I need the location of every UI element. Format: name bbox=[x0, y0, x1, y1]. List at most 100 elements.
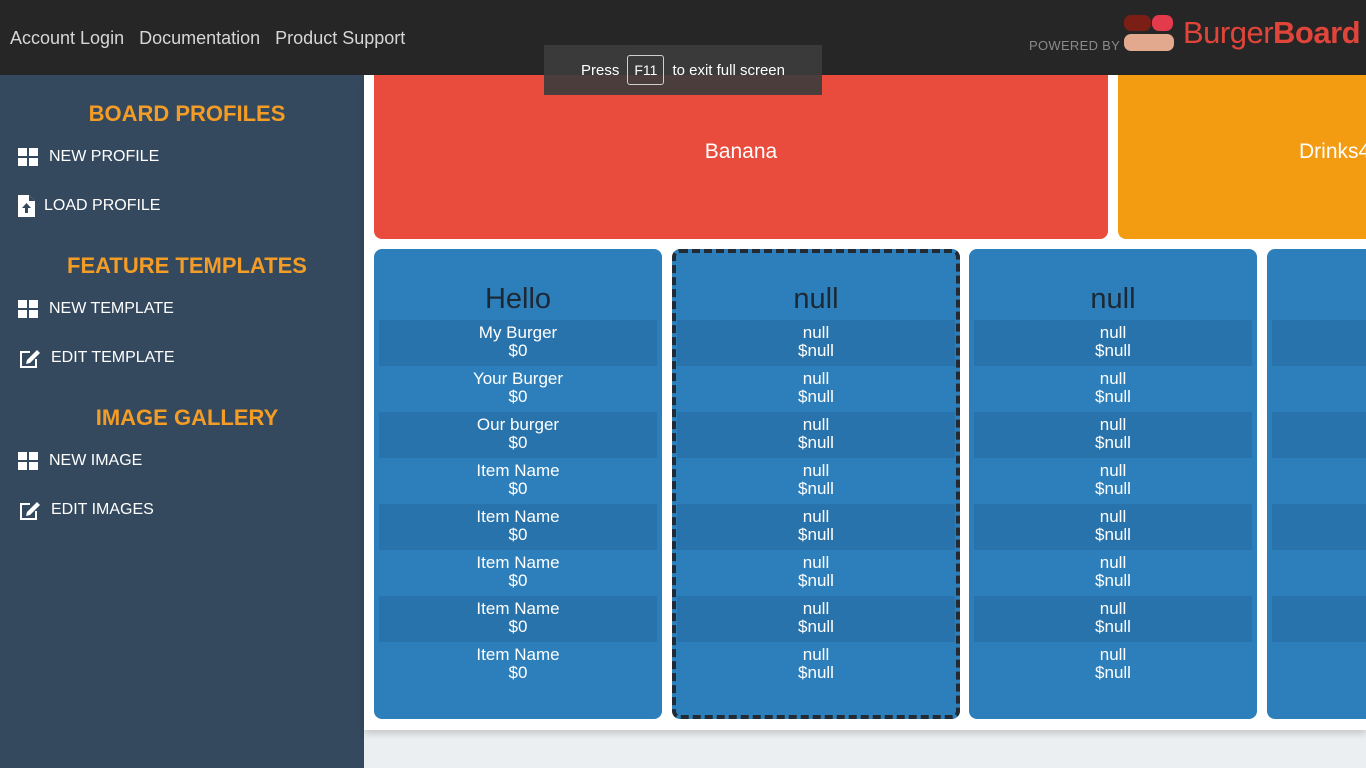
item-price: $null bbox=[1095, 525, 1131, 544]
item-name: Item Name bbox=[476, 461, 560, 480]
tile-label: Banana bbox=[704, 140, 778, 163]
edit-icon bbox=[18, 347, 42, 369]
item-name: null bbox=[802, 323, 830, 342]
f11-key-badge: F11 bbox=[627, 55, 665, 85]
menu-card[interactable]: null null $null null $null null $null null $… bbox=[969, 249, 1257, 719]
item-name: Item Name bbox=[476, 645, 560, 664]
item-price: $null bbox=[1095, 617, 1131, 636]
sidebar-item-label: EDIT IMAGES bbox=[51, 501, 154, 518]
menu-item: Item Name $0 bbox=[379, 596, 657, 642]
item-name: Your Burger bbox=[472, 369, 564, 388]
item-price: $null bbox=[798, 571, 834, 590]
account-login-link[interactable]: Account Login bbox=[10, 28, 124, 49]
menu-item: null $null bbox=[677, 550, 955, 596]
board-canvas: Banana Drinks4 Hello My Burger $0 Your Bu… bbox=[364, 75, 1366, 730]
menu-item: Item Name $0 bbox=[379, 642, 657, 688]
item-price: $null bbox=[798, 525, 834, 544]
menu-item: null $null bbox=[974, 596, 1252, 642]
menu-item bbox=[1272, 642, 1366, 688]
documentation-link[interactable]: Documentation bbox=[139, 28, 260, 49]
menu-item bbox=[1272, 504, 1366, 550]
item-price: $null bbox=[1095, 571, 1131, 590]
item-price: $0 bbox=[508, 341, 528, 360]
item-price: $null bbox=[798, 387, 834, 406]
item-price: $0 bbox=[508, 525, 528, 544]
tile-label: Drinks4 bbox=[1299, 140, 1366, 163]
section-title-feature-templates: FEATURE TEMPLATES bbox=[67, 253, 307, 278]
item-price: $0 bbox=[508, 663, 528, 682]
burgerboard-logo[interactable]: BurgerBoard bbox=[1183, 14, 1361, 52]
menu-item: null $null bbox=[677, 642, 955, 688]
menu-item bbox=[1272, 412, 1366, 458]
item-name: Item Name bbox=[476, 553, 560, 572]
item-name: null bbox=[802, 645, 830, 664]
menu-item: Our burger $0 bbox=[379, 412, 657, 458]
menu-item: Item Name $0 bbox=[379, 550, 657, 596]
sidebar-item-edit-images[interactable]: EDIT IMAGES bbox=[18, 499, 154, 521]
card-title: null bbox=[1090, 283, 1136, 315]
fullscreen-notice-suffix: to exit full screen bbox=[672, 61, 785, 79]
menu-item: null $null bbox=[974, 642, 1252, 688]
sidebar-item-label: NEW PROFILE bbox=[49, 148, 160, 165]
item-price: $null bbox=[798, 663, 834, 682]
menu-item: Item Name $0 bbox=[379, 504, 657, 550]
sidebar: BOARD PROFILES NEW PROFILE LOAD PROFILE … bbox=[0, 75, 364, 768]
menu-card-partial[interactable] bbox=[1267, 249, 1366, 719]
sidebar-item-edit-template[interactable]: EDIT TEMPLATE bbox=[18, 347, 175, 369]
item-name: null bbox=[1099, 369, 1127, 388]
item-price: $null bbox=[798, 433, 834, 452]
sidebar-item-new-template[interactable]: NEW TEMPLATE bbox=[18, 298, 174, 320]
menu-item: Item Name $0 bbox=[379, 458, 657, 504]
item-name: null bbox=[802, 507, 830, 526]
menu-item: My Burger $0 bbox=[379, 320, 657, 366]
section-title-image-gallery: IMAGE GALLERY bbox=[95, 405, 279, 430]
grid-icon bbox=[18, 146, 40, 168]
burgerboard-logo-icon bbox=[1123, 15, 1175, 52]
item-price: $null bbox=[798, 479, 834, 498]
board-tile-banana[interactable]: Banana bbox=[374, 75, 1108, 239]
edit-icon bbox=[18, 499, 42, 521]
item-name: null bbox=[1099, 415, 1127, 434]
menu-item: null $null bbox=[677, 320, 955, 366]
item-price: $null bbox=[798, 341, 834, 360]
item-price: $null bbox=[1095, 387, 1131, 406]
powered-by-label: POWERED BY bbox=[1029, 38, 1121, 53]
sidebar-item-label: NEW IMAGE bbox=[49, 452, 143, 469]
grid-icon bbox=[18, 298, 40, 320]
item-name: null bbox=[1099, 553, 1127, 572]
item-price: $0 bbox=[508, 571, 528, 590]
menu-item: null $null bbox=[974, 504, 1252, 550]
menu-item: null $null bbox=[974, 366, 1252, 412]
item-price: $null bbox=[798, 617, 834, 636]
item-name: null bbox=[1099, 645, 1127, 664]
product-support-link[interactable]: Product Support bbox=[275, 28, 405, 49]
menu-item bbox=[1272, 320, 1366, 366]
menu-item: null $null bbox=[974, 412, 1252, 458]
menu-item: null $null bbox=[677, 504, 955, 550]
item-price: $null bbox=[1095, 433, 1131, 452]
item-price: $0 bbox=[508, 479, 528, 498]
sidebar-item-new-profile[interactable]: NEW PROFILE bbox=[18, 146, 159, 168]
item-name: null bbox=[802, 599, 830, 618]
item-name: null bbox=[802, 553, 830, 572]
item-name: null bbox=[802, 461, 830, 480]
menu-card[interactable]: Hello My Burger $0 Your Burger $0 Our burg… bbox=[374, 249, 662, 719]
sidebar-item-label: LOAD PROFILE bbox=[44, 197, 161, 214]
sidebar-item-label: NEW TEMPLATE bbox=[49, 300, 174, 317]
item-name: Item Name bbox=[476, 507, 560, 526]
sidebar-item-new-image[interactable]: NEW IMAGE bbox=[18, 450, 142, 472]
item-name: null bbox=[802, 415, 830, 434]
sidebar-item-load-profile[interactable]: LOAD PROFILE bbox=[18, 195, 160, 217]
fullscreen-notice: Press F11 to exit full screen bbox=[544, 45, 822, 95]
grid-icon bbox=[18, 450, 40, 472]
menu-item: null $null bbox=[677, 458, 955, 504]
fullscreen-notice-prefix: Press bbox=[581, 61, 620, 79]
board-tile-drinks[interactable]: Drinks4 bbox=[1118, 75, 1366, 239]
menu-card-selected[interactable]: null null $null null $null null $null null $… bbox=[672, 249, 960, 719]
item-price: $0 bbox=[508, 617, 528, 636]
menu-item: null $null bbox=[974, 458, 1252, 504]
item-name: null bbox=[1099, 323, 1127, 342]
menu-item: null $null bbox=[677, 366, 955, 412]
item-price: $0 bbox=[508, 433, 528, 452]
item-name: null bbox=[802, 369, 830, 388]
